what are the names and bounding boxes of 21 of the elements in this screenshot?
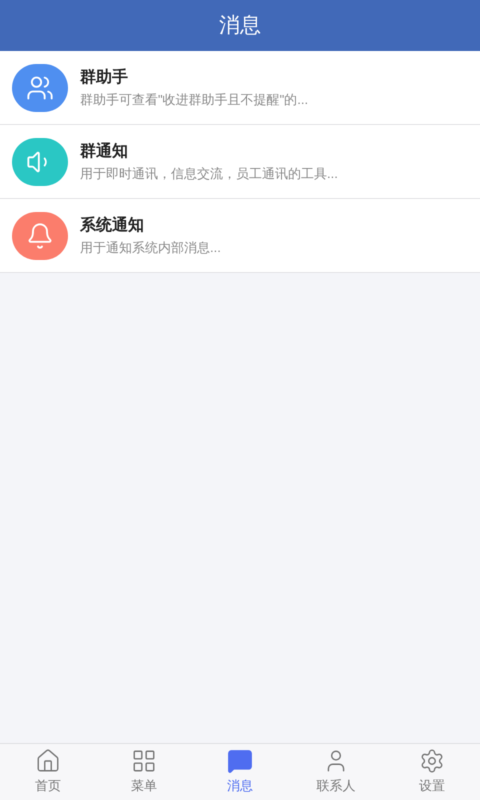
bell-icon (26, 222, 54, 250)
message-title: 群助手 (80, 67, 129, 88)
settings-icon (419, 748, 445, 774)
message-title: 系统通知 (80, 215, 145, 236)
message-item[interactable]: 系统通知 用于通知系统内部消息... (0, 199, 480, 273)
message-item[interactable]: 群通知 用于即时通讯，信息交流，员工通讯的工具... (0, 125, 480, 199)
message-item[interactable]: 群助手 群助手可查看"收进群助手且不提醒"的... (0, 51, 480, 125)
tab-item[interactable]: 消息 (192, 744, 288, 800)
message-title: 群通知 (80, 141, 129, 162)
home-icon (35, 748, 61, 774)
message-preview: 群助手可查看"收进群助手且不提醒"的... (80, 90, 308, 109)
header-title: 消息 (219, 12, 261, 39)
grid-icon (131, 748, 157, 774)
tab-item[interactable]: 联系人 (288, 744, 384, 800)
chat-bubble-icon (227, 748, 253, 774)
people-icon (26, 74, 54, 102)
message-preview: 用于即时通讯，信息交流，员工通讯的工具... (80, 164, 338, 183)
tab-item[interactable]: 菜单 (96, 744, 192, 800)
tab-item[interactable]: 首页 (0, 744, 96, 800)
tab-item[interactable]: 设置 (384, 744, 480, 800)
message-preview: 用于通知系统内部消息... (80, 238, 221, 257)
